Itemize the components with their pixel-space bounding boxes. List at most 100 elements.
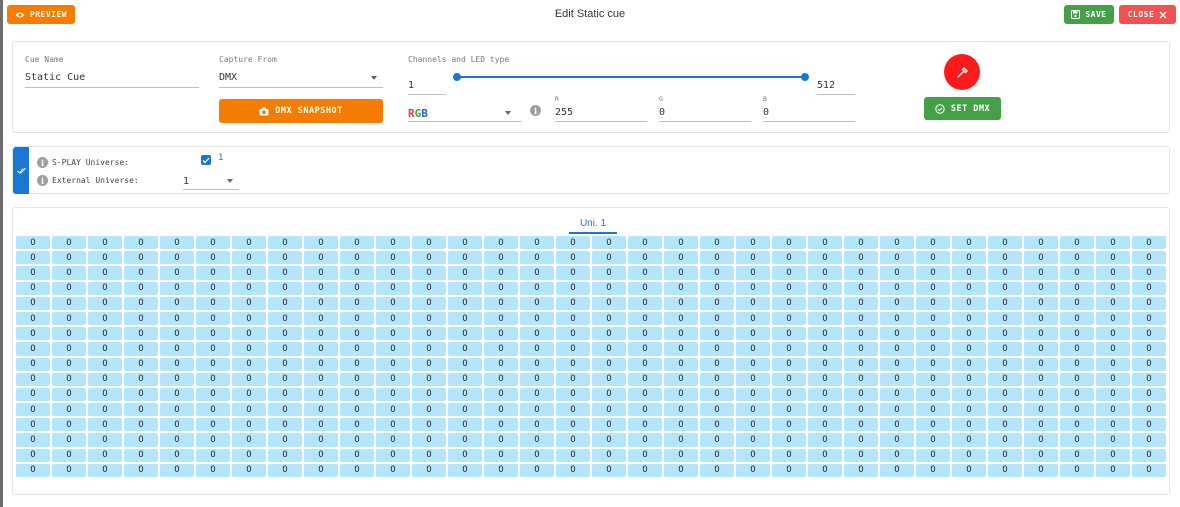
dmx-channel-cell[interactable]: 0 <box>484 372 518 386</box>
dmx-channel-cell[interactable]: 0 <box>1060 433 1094 447</box>
dmx-channel-cell[interactable]: 0 <box>736 357 770 371</box>
dmx-channel-cell[interactable]: 0 <box>412 463 446 477</box>
dmx-channel-cell[interactable]: 0 <box>592 296 626 310</box>
dmx-channel-cell[interactable]: 0 <box>16 463 50 477</box>
dmx-channel-cell[interactable]: 0 <box>304 296 338 310</box>
dmx-channel-cell[interactable]: 0 <box>736 327 770 341</box>
dmx-channel-cell[interactable]: 0 <box>628 433 662 447</box>
dmx-channel-cell[interactable]: 0 <box>700 296 734 310</box>
dmx-channel-cell[interactable]: 0 <box>16 342 50 356</box>
dmx-channel-cell[interactable]: 0 <box>772 418 806 432</box>
dmx-channel-cell[interactable]: 0 <box>808 372 842 386</box>
dmx-channel-cell[interactable]: 0 <box>1024 281 1058 295</box>
dmx-channel-cell[interactable]: 0 <box>124 327 158 341</box>
dmx-channel-cell[interactable]: 0 <box>844 296 878 310</box>
dmx-channel-cell[interactable]: 0 <box>268 296 302 310</box>
dmx-channel-cell[interactable]: 0 <box>484 403 518 417</box>
dmx-channel-cell[interactable]: 0 <box>772 403 806 417</box>
dmx-channel-cell[interactable]: 0 <box>952 433 986 447</box>
dmx-channel-cell[interactable]: 0 <box>448 281 482 295</box>
dmx-channel-cell[interactable]: 0 <box>700 403 734 417</box>
dmx-channel-cell[interactable]: 0 <box>160 236 194 250</box>
dmx-channel-cell[interactable]: 0 <box>376 403 410 417</box>
dmx-channel-cell[interactable]: 0 <box>52 387 86 402</box>
dmx-channel-cell[interactable]: 0 <box>664 387 698 402</box>
dmx-channel-cell[interactable]: 0 <box>196 327 230 341</box>
dmx-channel-cell[interactable]: 0 <box>196 357 230 371</box>
dmx-channel-cell[interactable]: 0 <box>412 372 446 386</box>
dmx-channel-cell[interactable]: 0 <box>16 327 50 341</box>
dmx-channel-cell[interactable]: 0 <box>412 311 446 326</box>
dmx-channel-cell[interactable]: 0 <box>412 327 446 341</box>
dmx-channel-cell[interactable]: 0 <box>1024 327 1058 341</box>
dmx-channel-cell[interactable]: 0 <box>772 236 806 250</box>
dmx-channel-cell[interactable]: 0 <box>16 236 50 250</box>
dmx-channel-cell[interactable]: 0 <box>664 236 698 250</box>
dmx-channel-cell[interactable]: 0 <box>844 448 878 462</box>
dmx-channel-cell[interactable]: 0 <box>772 387 806 402</box>
dmx-channel-cell[interactable]: 0 <box>376 296 410 310</box>
dmx-channel-cell[interactable]: 0 <box>88 448 122 462</box>
dmx-channel-cell[interactable]: 0 <box>916 403 950 417</box>
dmx-channel-cell[interactable]: 0 <box>808 236 842 250</box>
dmx-channel-cell[interactable]: 0 <box>1132 433 1166 447</box>
dmx-channel-cell[interactable]: 0 <box>520 372 554 386</box>
dmx-channel-cell[interactable]: 0 <box>880 448 914 462</box>
dmx-channel-cell[interactable]: 0 <box>376 266 410 280</box>
dmx-channel-cell[interactable]: 0 <box>628 342 662 356</box>
info-icon[interactable]: i <box>37 157 48 168</box>
dmx-channel-cell[interactable]: 0 <box>340 342 374 356</box>
dmx-channel-cell[interactable]: 0 <box>484 266 518 280</box>
dmx-channel-cell[interactable]: 0 <box>52 281 86 295</box>
dmx-channel-cell[interactable]: 0 <box>808 357 842 371</box>
dmx-channel-cell[interactable]: 0 <box>16 433 50 447</box>
dmx-channel-cell[interactable]: 0 <box>304 403 338 417</box>
dmx-channel-cell[interactable]: 0 <box>268 433 302 447</box>
dmx-channel-cell[interactable]: 0 <box>268 311 302 326</box>
dmx-channel-cell[interactable]: 0 <box>1132 266 1166 280</box>
dmx-channel-cell[interactable]: 0 <box>1060 296 1094 310</box>
dmx-channel-cell[interactable]: 0 <box>628 448 662 462</box>
dmx-channel-cell[interactable]: 0 <box>736 342 770 356</box>
dmx-channel-cell[interactable]: 0 <box>1132 296 1166 310</box>
dmx-channel-cell[interactable]: 0 <box>340 311 374 326</box>
range-end-thumb[interactable] <box>801 73 809 81</box>
dmx-channel-cell[interactable]: 0 <box>268 448 302 462</box>
dmx-channel-cell[interactable]: 0 <box>952 251 986 265</box>
dmx-channel-cell[interactable]: 0 <box>628 296 662 310</box>
dmx-channel-cell[interactable]: 0 <box>772 463 806 477</box>
dmx-channel-cell[interactable]: 0 <box>448 463 482 477</box>
dmx-channel-cell[interactable]: 0 <box>124 342 158 356</box>
dmx-channel-cell[interactable]: 0 <box>160 403 194 417</box>
dmx-channel-cell[interactable]: 0 <box>1132 236 1166 250</box>
dmx-channel-cell[interactable]: 0 <box>16 357 50 371</box>
dmx-channel-cell[interactable]: 0 <box>376 463 410 477</box>
dmx-channel-cell[interactable]: 0 <box>160 387 194 402</box>
dmx-channel-cell[interactable]: 0 <box>844 463 878 477</box>
channel-range-start[interactable]: 1 <box>408 80 414 91</box>
dmx-channel-cell[interactable]: 0 <box>196 281 230 295</box>
dmx-channel-cell[interactable]: 0 <box>448 403 482 417</box>
dmx-channel-cell[interactable]: 0 <box>736 448 770 462</box>
dmx-channel-cell[interactable]: 0 <box>304 387 338 402</box>
dmx-channel-cell[interactable]: 0 <box>412 387 446 402</box>
dmx-channel-cell[interactable]: 0 <box>1132 342 1166 356</box>
dmx-channel-cell[interactable]: 0 <box>844 418 878 432</box>
dmx-channel-cell[interactable]: 0 <box>700 311 734 326</box>
dmx-channel-cell[interactable]: 0 <box>268 357 302 371</box>
dmx-channel-cell[interactable]: 0 <box>952 418 986 432</box>
dmx-channel-cell[interactable]: 0 <box>916 357 950 371</box>
dmx-channel-cell[interactable]: 0 <box>592 403 626 417</box>
dmx-channel-cell[interactable]: 0 <box>556 357 590 371</box>
dmx-channel-cell[interactable]: 0 <box>376 281 410 295</box>
dmx-channel-cell[interactable]: 0 <box>1096 357 1130 371</box>
dmx-channel-cell[interactable]: 0 <box>880 387 914 402</box>
dmx-channel-cell[interactable]: 0 <box>232 327 266 341</box>
dmx-channel-cell[interactable]: 0 <box>412 433 446 447</box>
dmx-channel-cell[interactable]: 0 <box>772 433 806 447</box>
dmx-channel-cell[interactable]: 0 <box>340 372 374 386</box>
dmx-channel-cell[interactable]: 0 <box>268 342 302 356</box>
dmx-channel-cell[interactable]: 0 <box>916 281 950 295</box>
dmx-channel-cell[interactable]: 0 <box>952 463 986 477</box>
dmx-channel-cell[interactable]: 0 <box>268 281 302 295</box>
